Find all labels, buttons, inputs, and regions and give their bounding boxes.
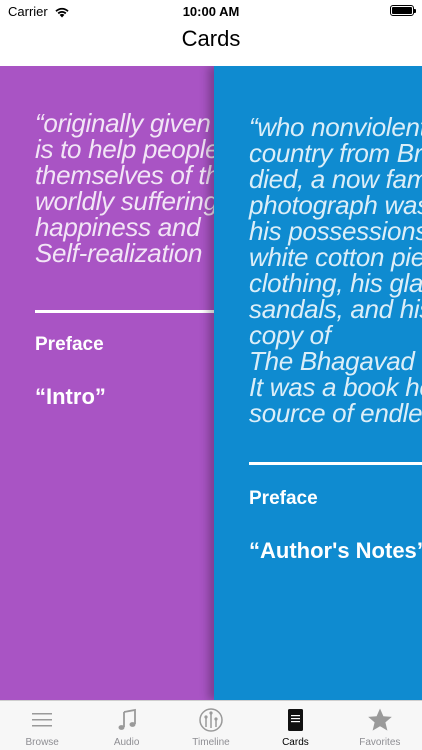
tab-label: Timeline (192, 737, 230, 748)
tab-label: Favorites (359, 737, 401, 748)
card-divider (249, 462, 422, 465)
tab-label: Cards (282, 737, 309, 748)
card-quote: “originally given is to help people them… (35, 108, 214, 268)
tab-label: Audio (113, 737, 140, 748)
card-intro[interactable]: “originally given is to help people them… (0, 66, 214, 700)
card-divider (35, 310, 214, 313)
card-title: “Author's Notes” (249, 538, 422, 563)
cards-icon (288, 709, 304, 731)
tab-cards[interactable]: Cards (253, 701, 337, 750)
tab-audio[interactable]: Audio (84, 701, 168, 750)
page-title: Cards (181, 26, 241, 51)
battery-icon (390, 5, 416, 16)
music-note-icon (118, 708, 136, 730)
status-bar: Carrier 10:00 AM (0, 0, 422, 24)
card-section-label: Preface (35, 334, 104, 355)
tab-bar: Browse Audio Timeline Cards Favorites (0, 700, 422, 750)
tab-favorites[interactable]: Favorites (338, 701, 422, 750)
timeline-icon (199, 708, 223, 732)
card-section-label: Preface (249, 488, 318, 509)
card-title: “Intro” (35, 384, 106, 409)
card-quote: “who nonviolently country from British d… (249, 112, 422, 428)
card-authors-notes[interactable]: “who nonviolently country from British d… (214, 66, 422, 700)
tab-browse[interactable]: Browse (0, 701, 84, 750)
star-icon (368, 708, 392, 731)
clock: 10:00 AM (182, 4, 240, 19)
cards-carousel[interactable]: “originally given is to help people them… (0, 66, 422, 700)
tab-label: Browse (25, 737, 59, 748)
browse-icon (32, 713, 53, 727)
tab-timeline[interactable]: Timeline (169, 701, 253, 750)
